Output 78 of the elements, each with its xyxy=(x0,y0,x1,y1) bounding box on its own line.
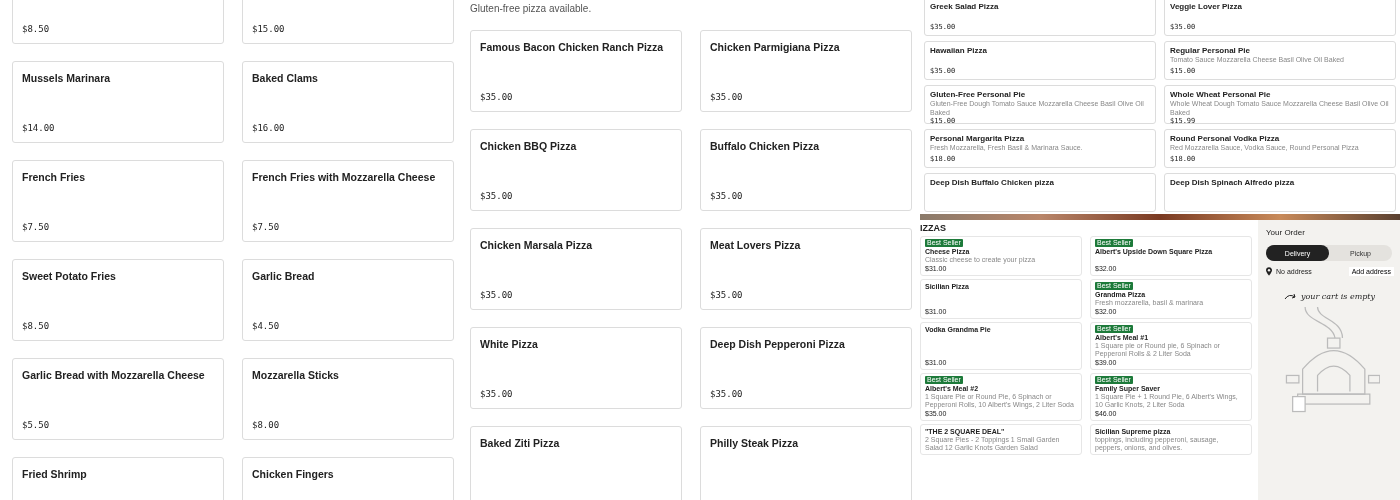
menu-item-card[interactable]: Garlic Bread with Mozzarella Cheese $5.50 xyxy=(12,358,224,440)
item-price: $5.50 xyxy=(22,420,51,430)
item-name: Mozzarella Sticks xyxy=(252,369,340,382)
item-name: Greek Salad Pizza xyxy=(930,2,1000,11)
menu-item-card[interactable]: Philly Steak Pizza xyxy=(700,426,912,500)
item-name: Mussels Marinara xyxy=(22,72,112,85)
order-title: Your Order xyxy=(1266,228,1306,237)
item-price: $7.50 xyxy=(252,222,281,232)
item-name: Baked Clams xyxy=(252,72,319,85)
menu-item-card[interactable]: French Fries $7.50 xyxy=(12,160,224,242)
item-name: Buffalo Chicken Pizza xyxy=(710,140,821,153)
item-name: Chicken Fingers xyxy=(252,468,335,481)
item-price: $8.50 xyxy=(22,321,51,331)
item-name: Chicken Parmigiana Pizza xyxy=(710,41,841,54)
item-name: Deep Dish Spinach Alfredo pizza xyxy=(1170,178,1296,187)
menu-item-card[interactable]: Mozzarella Sticks $8.00 xyxy=(242,358,454,440)
item-price: $35.00 xyxy=(710,389,744,399)
menu-item-card[interactable]: Baked Ziti Pizza xyxy=(470,426,682,500)
menu-item-card[interactable]: White Pizza $35.00 xyxy=(470,327,682,409)
item-name: Regular Personal Pie xyxy=(1170,46,1252,55)
gluten-free-note: Gluten-free pizza available. xyxy=(470,3,593,15)
item-name: Round Personal Vodka Pizza xyxy=(1170,134,1281,143)
item-price: $7.50 xyxy=(22,222,51,232)
menu-item-card[interactable]: French Fries with Mozzarella Cheese $7.50 xyxy=(242,160,454,242)
item-price: $35.00 xyxy=(480,191,514,201)
item-price: $8.00 xyxy=(252,420,281,430)
menu-item-card[interactable]: Deep Dish Buffalo Chicken pizza xyxy=(924,173,1156,212)
item-name: Meat Lovers Pizza xyxy=(710,239,802,252)
menu-item-card[interactable]: Chicken Fingers xyxy=(242,457,454,500)
section-title: IZZAS xyxy=(920,223,947,233)
menu-item-card[interactable]: Chicken Parmigiana Pizza $35.00 xyxy=(700,30,912,112)
menu-item-card[interactable]: $15.00 xyxy=(242,0,454,44)
item-name: Famous Bacon Chicken Ranch Pizza xyxy=(480,41,665,54)
item-name: Fried Shrimp xyxy=(22,468,88,481)
menu-item-card[interactable]: $8.50 xyxy=(12,0,224,44)
item-name: French Fries xyxy=(22,171,87,184)
item-name: Chicken BBQ Pizza xyxy=(480,140,578,153)
menu-item-card[interactable]: Mussels Marinara $14.00 xyxy=(12,61,224,143)
menu-item-card[interactable]: Garlic Bread $4.50 xyxy=(242,259,454,341)
menu-item-card[interactable]: Meat Lovers Pizza $35.00 xyxy=(700,228,912,310)
item-name: Philly Steak Pizza xyxy=(710,437,800,450)
menu-item-card[interactable]: Baked Clams $16.00 xyxy=(242,61,454,143)
item-price: $35.00 xyxy=(480,290,514,300)
menu-item-card[interactable]: Buffalo Chicken Pizza $35.00 xyxy=(700,129,912,211)
menu-item-card[interactable]: Sweet Potato Fries $8.50 xyxy=(12,259,224,341)
item-price: $35.00 xyxy=(480,389,514,399)
item-name: Hawaiian Pizza xyxy=(930,46,988,55)
item-name: Whole Wheat Personal Pie xyxy=(1170,90,1272,99)
item-name: White Pizza xyxy=(480,338,539,351)
item-price: $15.00 xyxy=(252,24,286,34)
item-price: $35.00 xyxy=(480,92,514,102)
item-price: $16.00 xyxy=(252,123,286,133)
item-price: $35.00 xyxy=(710,290,744,300)
empty-cart-message: your cart is empty xyxy=(1301,292,1376,301)
location-pin-icon xyxy=(1266,267,1272,276)
item-name: Garlic Bread xyxy=(252,270,316,283)
item-price: $4.50 xyxy=(252,321,281,331)
item-name: Baked Ziti Pizza xyxy=(480,437,561,450)
item-name: Sweet Potato Fries xyxy=(22,270,117,283)
menu-item-card[interactable]: Chicken Marsala Pizza $35.00 xyxy=(470,228,682,310)
item-name: Personal Margarita Pizza xyxy=(930,134,1026,143)
item-name: Garlic Bread with Mozzarella Cheese xyxy=(22,369,206,382)
item-price: $35.00 xyxy=(710,191,744,201)
menu-item-card[interactable]: Chicken BBQ Pizza $35.00 xyxy=(470,129,682,211)
item-name: Veggie Lover Pizza xyxy=(1170,2,1244,11)
item-name: Deep Dish Pepperoni Pizza xyxy=(710,338,846,351)
item-name: Gluten-Free Personal Pie xyxy=(930,90,1027,99)
menu-item-card[interactable]: Deep Dish Pepperoni Pizza $35.00 xyxy=(700,327,912,409)
item-price: $8.50 xyxy=(22,24,51,34)
menu-item-card[interactable]: Fried Shrimp xyxy=(12,457,224,500)
item-name: French Fries with Mozzarella Cheese xyxy=(252,171,437,184)
item-price: $35.00 xyxy=(710,92,744,102)
item-name: Deep Dish Buffalo Chicken pizza xyxy=(930,178,1056,187)
menu-item-card[interactable]: Famous Bacon Chicken Ranch Pizza $35.00 xyxy=(470,30,682,112)
item-price: $14.00 xyxy=(22,123,56,133)
item-name: Chicken Marsala Pizza xyxy=(480,239,594,252)
menu-item-card[interactable]: Deep Dish Spinach Alfredo pizza xyxy=(1164,173,1396,212)
curved-arrow-icon xyxy=(1284,293,1298,301)
